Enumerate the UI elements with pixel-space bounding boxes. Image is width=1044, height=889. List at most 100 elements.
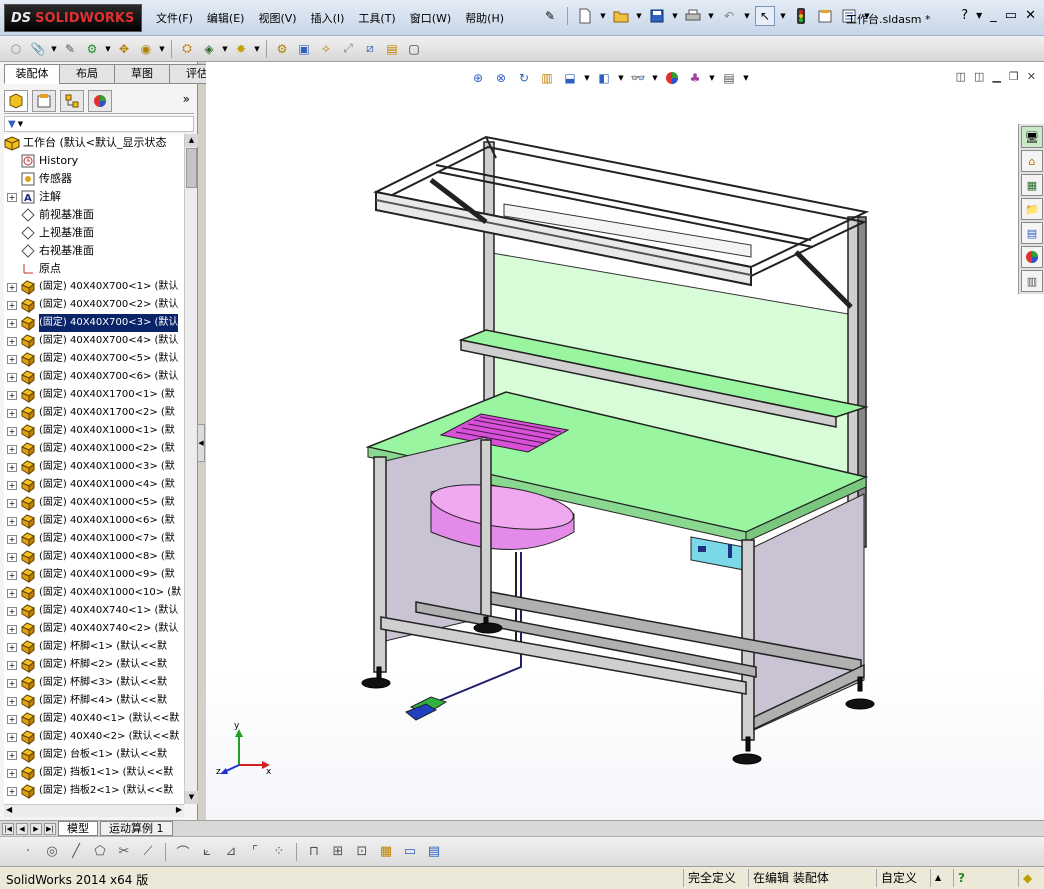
clearance-verification-icon[interactable]: ⧄: [360, 39, 380, 59]
control-box[interactable]: [690, 536, 745, 571]
tree-item[interactable]: + (固定) 40X40X700<2> (默认: [4, 296, 184, 314]
expand-icon[interactable]: +: [7, 426, 17, 436]
rebuild-traffic-light-icon[interactable]: [791, 6, 811, 26]
last-tab-icon[interactable]: ▶|: [44, 822, 56, 835]
tree-filter[interactable]: ▼ ▼: [4, 116, 194, 132]
point-icon[interactable]: ·: [18, 842, 38, 862]
expand-icon[interactable]: +: [7, 786, 17, 796]
appearances-icon[interactable]: [1021, 246, 1043, 268]
tree-item[interactable]: + (固定) 40X40X1000<2> (默: [4, 440, 184, 458]
tree-item[interactable]: + (固定) 40X40X1000<6> (默: [4, 512, 184, 530]
scroll-down-icon[interactable]: ▼: [185, 791, 198, 804]
expand-icon[interactable]: +: [7, 642, 17, 652]
display-manager-tab-icon[interactable]: [88, 89, 112, 112]
restore-icon[interactable]: ▭: [1005, 8, 1017, 24]
bill-of-materials-icon[interactable]: ⚙: [272, 39, 292, 59]
scroll-left-icon[interactable]: ◀: [6, 805, 12, 814]
tree-item[interactable]: 右视基准面: [4, 242, 184, 260]
expand-icon[interactable]: +: [7, 300, 17, 310]
chevron-down-icon[interactable]: ▼: [779, 12, 787, 20]
expand-icon[interactable]: +: [7, 588, 17, 598]
save-icon[interactable]: [647, 6, 667, 26]
design-library-icon[interactable]: ▦: [1021, 174, 1043, 196]
expand-icon[interactable]: +: [7, 282, 17, 292]
circle-icon[interactable]: ◎: [42, 842, 62, 862]
fillet-icon[interactable]: ⌒: [173, 842, 193, 862]
chevron-down-icon[interactable]: ▼: [743, 12, 751, 20]
chevron-down-icon[interactable]: ▼: [253, 45, 261, 53]
expand-icon[interactable]: +: [7, 354, 17, 364]
move-component-icon[interactable]: ✥: [114, 39, 134, 59]
menu-file[interactable]: 文件(F): [150, 10, 199, 28]
scroll-up-icon[interactable]: ▲: [185, 134, 198, 147]
view-palette-icon[interactable]: ▤: [1021, 222, 1043, 244]
tree-vertical-scrollbar[interactable]: ▲ ▼: [184, 134, 198, 804]
new-motion-study-icon[interactable]: ✸: [231, 39, 251, 59]
tree-item[interactable]: + (固定) 40X40<1> (默认<<默: [4, 710, 184, 728]
tree-root[interactable]: 工作台 (默认<默认_显示状态: [4, 134, 184, 152]
tree-item[interactable]: + (固定) 40X40X1000<7> (默: [4, 530, 184, 548]
tree-item[interactable]: + (固定) 40X40X1000<8> (默: [4, 548, 184, 566]
expand-icon[interactable]: +: [7, 318, 17, 328]
chevron-down-icon[interactable]: ▼: [221, 45, 229, 53]
expand-icon[interactable]: +: [7, 768, 17, 778]
tree-item[interactable]: + (固定) 40X40X700<5> (默认: [4, 350, 184, 368]
smart-dimension-icon[interactable]: ⊓: [304, 842, 324, 862]
tree-item[interactable]: + (固定) 杯脚<2> (默认<<默: [4, 656, 184, 674]
more-tabs-icon[interactable]: »: [183, 92, 190, 106]
feature-tree-tab-icon[interactable]: [4, 89, 28, 112]
menu-edit[interactable]: 编辑(E): [201, 10, 251, 28]
expand-icon[interactable]: +: [7, 606, 17, 616]
file-properties-icon[interactable]: [815, 6, 835, 26]
property-manager-tab-icon[interactable]: [32, 89, 56, 112]
pin-icon[interactable]: ✎: [540, 6, 560, 26]
tree-item[interactable]: 上视基准面: [4, 224, 184, 242]
quick-snaps-icon[interactable]: ▭: [400, 842, 420, 862]
expand-icon[interactable]: +: [7, 462, 17, 472]
offset-icon[interactable]: ⊿: [221, 842, 241, 862]
control-switch[interactable]: [728, 544, 732, 558]
expand-icon[interactable]: +: [7, 660, 17, 670]
chevron-down-icon[interactable]: ▼: [50, 45, 58, 53]
tree-item[interactable]: + (固定) 40X40<2> (默认<<默: [4, 728, 184, 746]
solidworks-logo[interactable]: DS SOLIDWORKS: [4, 4, 142, 32]
tree-item[interactable]: + (固定) 40X40X1000<9> (默: [4, 566, 184, 584]
menu-insert[interactable]: 插入(I): [305, 10, 351, 28]
help-icon[interactable]: ?: [961, 8, 968, 24]
status-units-arrow-icon[interactable]: ▲: [930, 869, 945, 887]
chamfer-icon[interactable]: ⟀: [197, 842, 217, 862]
solidworks-resources-icon[interactable]: 🖥: [1021, 126, 1043, 148]
chevron-down-icon[interactable]: ▼: [18, 120, 23, 128]
close-icon[interactable]: ✕: [1025, 8, 1036, 24]
chevron-down-icon[interactable]: ▼: [635, 12, 643, 20]
grid-icon[interactable]: ⊞: [328, 842, 348, 862]
expand-icon[interactable]: +: [7, 552, 17, 562]
reference-geometry-icon[interactable]: ◈: [199, 39, 219, 59]
file-explorer-icon[interactable]: 📁: [1021, 198, 1043, 220]
expand-icon[interactable]: +: [7, 480, 17, 490]
tree-item[interactable]: + (固定) 杯脚<1> (默认<<默: [4, 638, 184, 656]
expand-icon[interactable]: +: [7, 750, 17, 760]
tree-horizontal-scrollbar[interactable]: ◀ ▶: [4, 804, 184, 817]
line-icon[interactable]: ╱: [66, 842, 86, 862]
tree-item[interactable]: + (固定) 40X40X1700<1> (默: [4, 386, 184, 404]
extend-icon[interactable]: ⟋: [138, 842, 158, 862]
dotted-rectangle-icon[interactable]: ⁘: [269, 842, 289, 862]
expand-icon[interactable]: +: [7, 570, 17, 580]
tree-item[interactable]: + (固定) 40X40X1000<5> (默: [4, 494, 184, 512]
tree-item[interactable]: + (固定) 杯脚<3> (默认<<默: [4, 674, 184, 692]
expand-icon[interactable]: +: [7, 390, 17, 400]
instant3d-icon[interactable]: ▢: [404, 39, 424, 59]
table-icon[interactable]: ▤: [424, 842, 444, 862]
tree-item[interactable]: 前视基准面: [4, 206, 184, 224]
tree-item[interactable]: + (固定) 40X40X700<6> (默认: [4, 368, 184, 386]
expand-icon[interactable]: +: [7, 534, 17, 544]
explode-line-sketch-icon[interactable]: ⟡: [316, 39, 336, 59]
repair-sketch-icon[interactable]: ▦: [376, 842, 396, 862]
tree-item[interactable]: + (固定) 40X40X740<2> (默认: [4, 620, 184, 638]
hole-alignment-icon[interactable]: ▤: [382, 39, 402, 59]
expand-icon[interactable]: +: [7, 444, 17, 454]
open-folder-icon[interactable]: [611, 6, 631, 26]
graphics-area[interactable]: ⊕ ⊗ ↻ ▥ ⬓ ▼ ◧ ▼ 👓 ▼ ♣ ▼ ▤ ▼ ◫ ◫ ▁ ❐ ✕ y …: [206, 62, 1044, 820]
corner-rectangle-icon[interactable]: ⌜: [245, 842, 265, 862]
